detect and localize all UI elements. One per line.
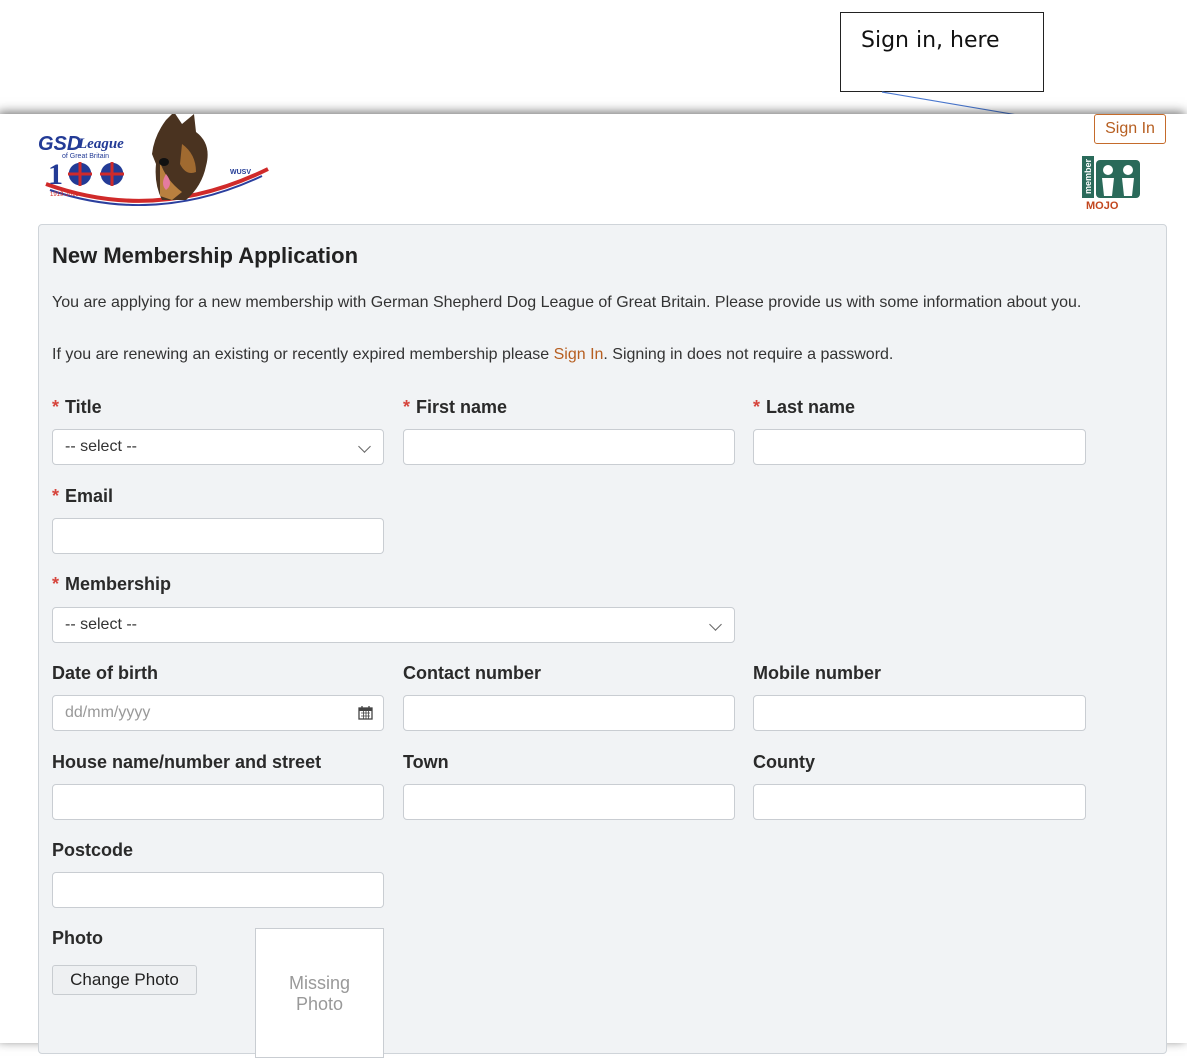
membermojo-logo: member MOJO — [1082, 154, 1140, 212]
town-label: Town — [403, 752, 449, 772]
street-label: House name/number and street — [52, 752, 322, 772]
page-title: New Membership Application — [52, 243, 359, 268]
chevron-down-icon — [709, 618, 722, 631]
dob-label: Date of birth — [52, 663, 158, 683]
title-select-value: -- select -- — [65, 438, 137, 455]
first-name-input[interactable] — [403, 429, 735, 465]
membership-select-value: -- select -- — [65, 616, 137, 633]
photo-placeholder[interactable]: Missing Photo — [255, 928, 384, 1058]
required-mark: * — [52, 574, 60, 594]
required-mark: * — [753, 397, 761, 417]
renew-text: If you are renewing an existing or recen… — [52, 346, 893, 364]
town-input[interactable] — [403, 784, 735, 820]
logo-years: 1919-2019 — [50, 192, 79, 198]
postcode-input[interactable] — [52, 872, 384, 908]
mojo-bottom-text: MOJO — [1086, 200, 1119, 210]
missing-photo-line1: Missing — [288, 973, 350, 993]
renew-suffix: . Signing in does not require a password… — [603, 346, 894, 363]
mobile-number-input[interactable] — [753, 695, 1086, 731]
dob-input[interactable]: dd/mm/yyyy — [52, 695, 384, 731]
change-photo-button[interactable]: Change Photo — [52, 965, 197, 995]
missing-photo-line2: Photo — [295, 994, 344, 1014]
calendar-icon[interactable] — [358, 705, 373, 720]
email-label: * Email — [52, 486, 114, 506]
mobile-number-label: Mobile number — [753, 663, 882, 683]
logo-sub: of Great Britain — [62, 153, 109, 160]
logo-brand: GSD — [38, 133, 81, 155]
county-input[interactable] — [753, 784, 1086, 820]
sign-in-button[interactable]: Sign In — [1094, 114, 1166, 144]
svg-text:1: 1 — [48, 158, 63, 191]
membership-label: * Membership — [52, 574, 172, 594]
intro-text: You are applying for a new membership wi… — [52, 294, 1082, 311]
renew-sign-in-link[interactable]: Sign In — [554, 346, 604, 363]
membership-form-panel: New Membership Application You are apply… — [38, 224, 1167, 1058]
contact-number-label: Contact number — [403, 663, 542, 683]
postcode-label: Postcode — [52, 840, 134, 860]
logo-badge: WUSV — [230, 169, 251, 176]
first-name-label: * First name — [403, 397, 508, 417]
title-select[interactable]: -- select -- — [52, 429, 384, 465]
required-mark: * — [403, 397, 411, 417]
dob-placeholder: dd/mm/yyyy — [65, 704, 151, 721]
required-mark: * — [52, 397, 60, 417]
renew-prefix: If you are renewing an existing or recen… — [52, 346, 554, 363]
last-name-input[interactable] — [753, 429, 1086, 465]
title-label: * Title — [52, 397, 102, 417]
required-mark: * — [52, 486, 60, 506]
photo-label: Photo — [52, 928, 103, 948]
logo-script: League — [77, 136, 124, 152]
street-input[interactable] — [52, 784, 384, 820]
gsd-league-logo: GSD League of Great Britain 1 1919-2019 … — [36, 112, 276, 207]
chevron-down-icon — [358, 440, 371, 453]
mojo-top-text: member — [1083, 158, 1093, 194]
membership-select[interactable]: -- select -- — [52, 607, 735, 643]
contact-number-input[interactable] — [403, 695, 735, 731]
application-page: GSD League of Great Britain 1 1919-2019 … — [0, 112, 1187, 1058]
county-label: County — [753, 752, 815, 772]
last-name-label: * Last name — [753, 397, 856, 417]
email-field[interactable] — [52, 518, 384, 554]
